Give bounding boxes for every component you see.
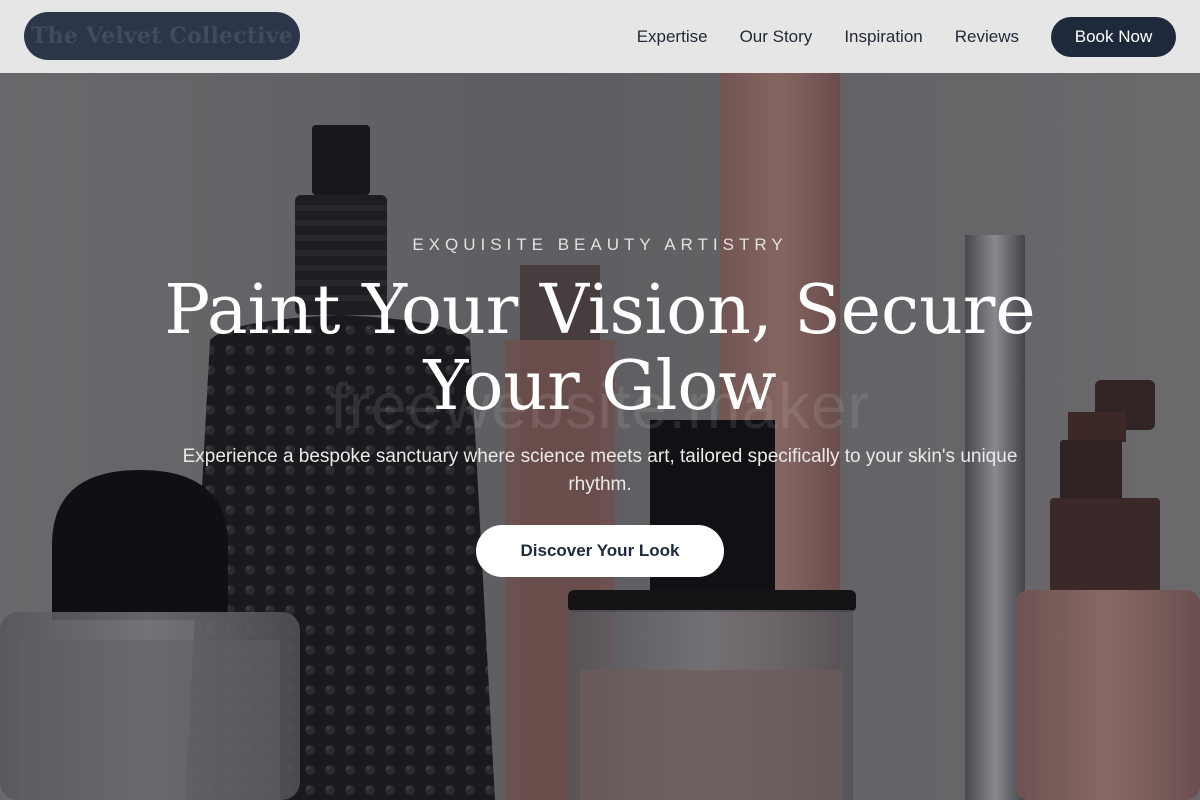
hero-eyebrow: EXQUISITE BEAUTY ARTISTRY xyxy=(412,235,788,254)
hero-section: freewebsite.maker EXQUISITE BEAUTY ARTIS… xyxy=(0,73,1200,800)
hero-subtext: Experience a bespoke sanctuary where sci… xyxy=(182,446,1018,495)
brand-logo[interactable]: The Velvet Collective xyxy=(24,12,300,60)
brand-logo-text: The Velvet Collective xyxy=(31,23,293,49)
discover-your-look-button[interactable]: Discover Your Look xyxy=(476,525,724,577)
main-nav: Expertise Our Story Inspiration Reviews … xyxy=(637,0,1200,73)
book-now-button[interactable]: Book Now xyxy=(1051,16,1176,57)
nav-link-inspiration[interactable]: Inspiration xyxy=(844,27,922,47)
site-header: The Velvet Collective Expertise Our Stor… xyxy=(0,0,1200,73)
hero-headline: Paint Your Vision, Secure Your Glow xyxy=(164,271,1036,426)
landing-page: The Velvet Collective Expertise Our Stor… xyxy=(0,0,1200,800)
nav-link-our-story[interactable]: Our Story xyxy=(740,27,813,47)
nav-link-expertise[interactable]: Expertise xyxy=(637,27,708,47)
nav-link-reviews[interactable]: Reviews xyxy=(955,27,1019,47)
